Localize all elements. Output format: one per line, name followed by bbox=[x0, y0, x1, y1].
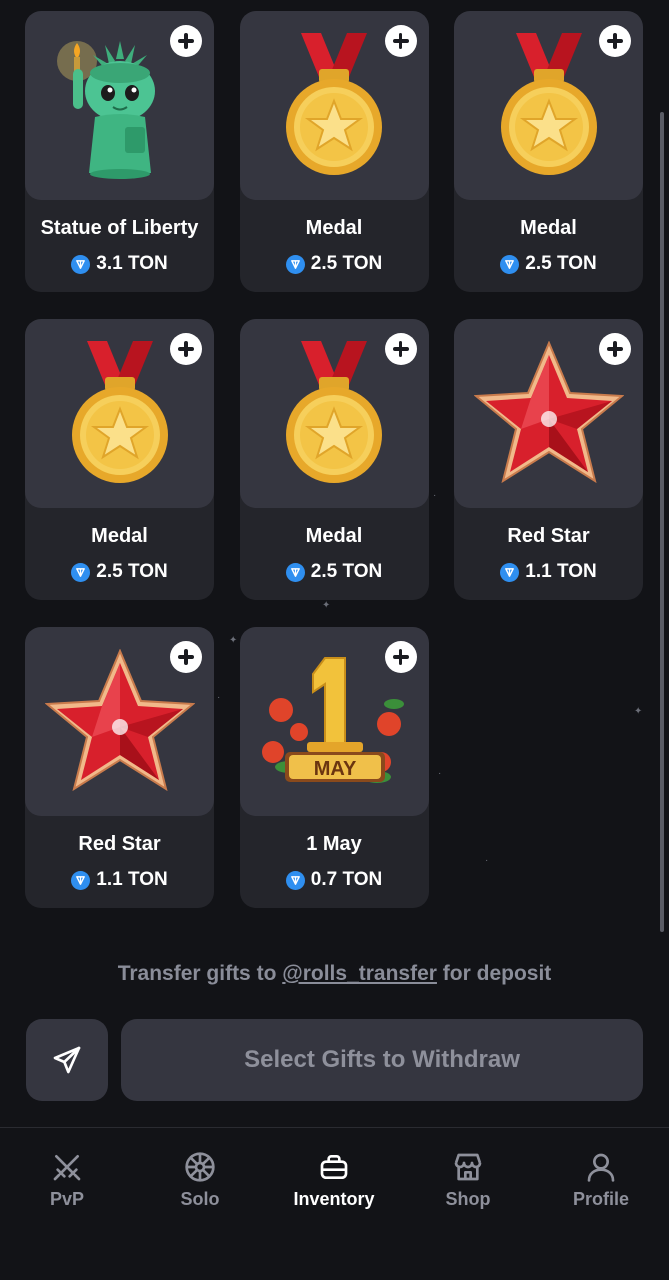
nav-item-shop[interactable]: Shop bbox=[408, 1150, 528, 1210]
gift-image-frame bbox=[239, 319, 429, 508]
gift-price: 2.5 TON bbox=[25, 561, 214, 583]
gift-card[interactable]: Red Star 1.1 TON bbox=[454, 319, 643, 600]
withdraw-button[interactable]: Select Gifts to Withdraw bbox=[121, 1019, 643, 1101]
scrollbar[interactable] bbox=[660, 112, 664, 932]
medal-image bbox=[500, 32, 597, 175]
gift-card[interactable]: Red Star 1.1 TON bbox=[25, 627, 214, 908]
gift-name: Red Star bbox=[78, 833, 161, 855]
ton-icon bbox=[285, 562, 305, 582]
nav-label-pvp: PvP bbox=[49, 1189, 85, 1209]
nav-item-profile[interactable]: Profile bbox=[541, 1150, 661, 1210]
red-star-image bbox=[44, 649, 195, 792]
gift-price: 2.5 TON bbox=[240, 253, 429, 275]
gift-name: Medal bbox=[91, 525, 148, 547]
gift-card[interactable]: Medal 2.5 TON bbox=[454, 11, 643, 292]
bottom-navigation: PvP Solo Inventory Shop Profile bbox=[0, 1127, 669, 1280]
nav-label-solo: Solo bbox=[180, 1189, 220, 1209]
transfer-instructions: Transfer gifts to @rolls_transfer for de… bbox=[0, 962, 669, 986]
ton-icon bbox=[71, 870, 91, 890]
gift-card[interactable]: Medal 2.5 TON bbox=[239, 319, 429, 600]
gift-image-frame bbox=[25, 627, 214, 816]
send-button[interactable] bbox=[26, 1019, 108, 1101]
may-day-image: MAY bbox=[262, 656, 404, 783]
medal-image bbox=[71, 340, 168, 483]
gift-price: 3.1 TON bbox=[25, 253, 214, 275]
add-gift-button[interactable] bbox=[384, 641, 417, 673]
transfer-handle-link[interactable]: @rolls_transfer bbox=[282, 962, 437, 985]
gift-name: Medal bbox=[305, 525, 363, 547]
medal-image bbox=[286, 340, 382, 483]
statue-of-liberty-image bbox=[56, 40, 155, 179]
wheel-icon bbox=[183, 1150, 217, 1184]
ton-icon bbox=[285, 254, 305, 274]
gift-price-value: 2.5 TON bbox=[96, 561, 168, 582]
add-gift-button[interactable] bbox=[599, 25, 631, 57]
red-star-image bbox=[473, 341, 624, 484]
gift-price-value: 0.7 TON bbox=[310, 869, 383, 890]
nav-item-solo[interactable]: Solo bbox=[140, 1150, 260, 1210]
ton-icon bbox=[71, 562, 91, 582]
nav-item-pvp[interactable]: PvP bbox=[7, 1150, 127, 1210]
gift-name: Red Star bbox=[507, 525, 590, 547]
gift-price-value: 2.5 TON bbox=[310, 253, 383, 274]
gift-price-value: 3.1 TON bbox=[96, 253, 168, 274]
gift-card[interactable]: Medal 2.5 TON bbox=[239, 11, 429, 292]
nav-item-inventory[interactable]: Inventory bbox=[274, 1150, 394, 1210]
svg-text:MAY: MAY bbox=[314, 758, 357, 780]
gift-image-frame bbox=[454, 319, 643, 508]
nav-label-shop: Shop bbox=[445, 1189, 491, 1209]
transfer-prefix: Transfer gifts to bbox=[117, 962, 277, 985]
add-gift-button[interactable] bbox=[599, 333, 631, 365]
send-icon bbox=[53, 1046, 81, 1074]
gift-card[interactable]: Medal 2.5 TON bbox=[25, 319, 214, 600]
gift-name: Medal bbox=[305, 217, 363, 239]
add-gift-button[interactable] bbox=[170, 25, 202, 57]
ton-icon bbox=[285, 870, 305, 890]
add-gift-button[interactable] bbox=[384, 25, 417, 57]
ton-icon bbox=[500, 562, 520, 582]
swords-icon bbox=[50, 1150, 84, 1184]
gift-price: 1.1 TON bbox=[25, 869, 214, 891]
add-gift-button[interactable] bbox=[170, 333, 202, 365]
gift-price: 1.1 TON bbox=[454, 561, 643, 583]
gift-image-frame bbox=[454, 11, 643, 200]
inventory-icon bbox=[317, 1150, 351, 1184]
gift-image-frame: MAY bbox=[239, 627, 429, 816]
gift-image-frame bbox=[239, 11, 429, 200]
shop-icon bbox=[451, 1150, 485, 1184]
gift-price: 2.5 TON bbox=[454, 253, 643, 275]
nav-label-inventory: Inventory bbox=[293, 1189, 375, 1209]
gift-price: 0.7 TON bbox=[240, 869, 429, 891]
gift-price-value: 1.1 TON bbox=[96, 869, 168, 890]
gift-image-frame bbox=[25, 319, 214, 508]
nav-label-profile: Profile bbox=[572, 1189, 629, 1209]
gift-image-frame bbox=[25, 11, 214, 200]
gift-price: 2.5 TON bbox=[240, 561, 429, 583]
ton-icon bbox=[71, 254, 91, 274]
profile-icon bbox=[584, 1150, 618, 1184]
gift-card[interactable]: MAY 1 May 0.7 TON bbox=[239, 627, 429, 908]
add-gift-button[interactable] bbox=[170, 641, 202, 673]
gift-price-value: 2.5 TON bbox=[310, 561, 383, 582]
ton-icon bbox=[500, 254, 520, 274]
gift-name: Statue of Liberty bbox=[40, 217, 199, 239]
gift-grid: Statue of Liberty 3.1 TON Medal 2.5 TON … bbox=[25, 11, 643, 908]
transfer-suffix: for deposit bbox=[442, 962, 552, 985]
gift-name: Medal bbox=[520, 217, 577, 239]
add-gift-button[interactable] bbox=[384, 333, 417, 365]
gift-price-value: 2.5 TON bbox=[525, 253, 597, 274]
gift-card[interactable]: Statue of Liberty 3.1 TON bbox=[25, 11, 214, 292]
gift-price-value: 1.1 TON bbox=[525, 561, 597, 582]
gift-name: 1 May bbox=[306, 833, 362, 855]
medal-image bbox=[286, 32, 382, 175]
